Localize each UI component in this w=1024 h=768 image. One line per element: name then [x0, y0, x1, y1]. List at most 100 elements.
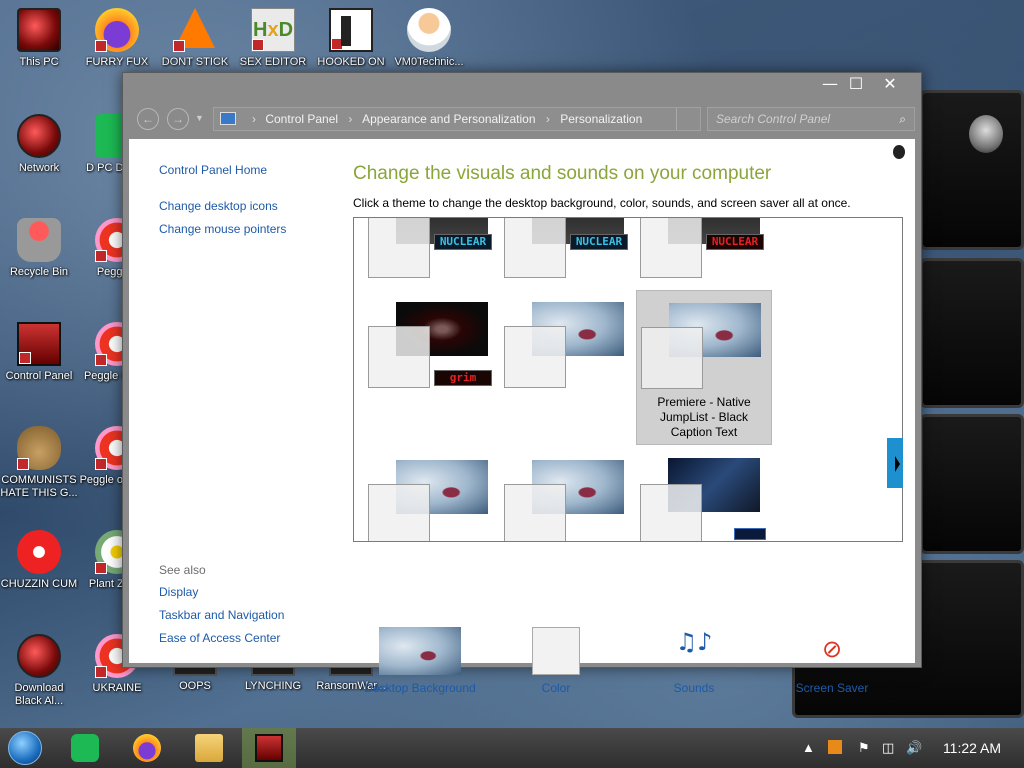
address-bar[interactable]: › Control Panel › Appearance and Persona…: [213, 107, 701, 131]
back-button[interactable]: ←: [137, 108, 159, 130]
network-icon: [17, 114, 61, 158]
recycle-bin-icon: [17, 218, 61, 262]
theme-item[interactable]: [368, 456, 504, 541]
desktop-icon-label: COMMUNISTS HATE THIS G...: [0, 474, 78, 499]
theme-tag: [734, 528, 766, 540]
see-also-title: See also: [159, 563, 206, 577]
network-widget: [920, 414, 1024, 554]
personalization-window: — ☐ ✕ ← → ▼ › Control Panel › Appearance…: [122, 72, 922, 695]
firefox-icon: [133, 734, 161, 762]
desktop-icon-network[interactable]: Network: [0, 114, 78, 175]
start-button[interactable]: [8, 731, 42, 765]
taskbar-file-explorer[interactable]: [182, 728, 236, 768]
theme-color-swatch: [368, 484, 430, 541]
desktop-icon-label: Network: [18, 162, 60, 174]
search-icon[interactable]: ⌕: [899, 108, 906, 130]
desktop-icon-label: HOOKED ON: [317, 56, 385, 68]
desktop-icon-communists[interactable]: COMMUNISTS HATE THIS G...: [0, 426, 78, 500]
close-button[interactable]: ✕: [873, 73, 907, 97]
theme-item[interactable]: [504, 456, 640, 541]
network-icon[interactable]: ◫: [882, 728, 894, 768]
option-label: Desktop Background: [364, 681, 476, 695]
taskbar-control-panel[interactable]: [242, 728, 296, 768]
desktop-icon-control-panel[interactable]: Control Panel: [0, 322, 78, 383]
alien-help-icon[interactable]: [893, 145, 905, 159]
doctor-icon: [407, 8, 451, 52]
volume-icon[interactable]: 🔊: [906, 728, 922, 768]
chuzzle-icon: [17, 530, 61, 574]
theme-item[interactable]: NUCLEAR: [504, 218, 640, 278]
theme-tag: NUCLEAR: [706, 234, 764, 250]
breadcrumb-appearance[interactable]: Appearance and Personalization: [362, 112, 535, 126]
screen-saver-option[interactable]: ⊘ Screen Saver: [767, 627, 897, 695]
alien-widget: [920, 90, 1024, 250]
theme-color-swatch: [641, 327, 703, 389]
desktop-icon-hooked-on[interactable]: HOOKED ON: [312, 8, 390, 69]
theme-item[interactable]: NUCLEAR: [368, 218, 504, 278]
option-label: Sounds: [673, 681, 715, 695]
computer-icon: [17, 8, 61, 52]
desktop-icon-dont-stick[interactable]: DONT STICK: [156, 8, 234, 69]
control-panel-home-link[interactable]: Control Panel Home: [159, 163, 267, 177]
desktop-icon-label: CHUZZIN CUM: [0, 578, 78, 590]
desktop-icon-label: DONT STICK: [161, 56, 229, 68]
change-desktop-icons-link[interactable]: Change desktop icons: [159, 199, 278, 213]
desktop-icon-label: LYNCHING: [244, 680, 302, 692]
address-dropdown[interactable]: [676, 108, 700, 130]
taskbar-firefox[interactable]: [120, 728, 174, 768]
theme-item[interactable]: grim: [368, 290, 504, 445]
desktop-icon-chuzzin[interactable]: CHUZZIN CUM: [0, 530, 78, 591]
recent-dropdown-icon[interactable]: ▼: [195, 113, 204, 123]
search-placeholder: Search Control Panel: [716, 112, 831, 126]
content-area: Control Panel Home Change desktop icons …: [129, 139, 915, 695]
forward-button[interactable]: →: [167, 108, 189, 130]
theme-color-swatch: [504, 484, 566, 541]
theme-item[interactable]: NUCLEAR: [640, 218, 776, 278]
tray-app-icon[interactable]: [828, 740, 842, 754]
theme-color-swatch: [640, 218, 702, 278]
address-separator-icon: ›: [252, 112, 256, 126]
desktop-icon-label: UKRAINE: [92, 682, 142, 694]
page-title: Change the visuals and sounds on your co…: [353, 163, 772, 184]
taskbar-app-green[interactable]: [58, 728, 112, 768]
color-swatch-icon: [532, 627, 580, 675]
desktop-icon-furry-fux[interactable]: FURRY FUX: [78, 8, 156, 69]
desktop-icon-label: SEX EDITOR: [239, 56, 307, 68]
theme-item[interactable]: [640, 456, 776, 541]
desktop-icon-this-pc[interactable]: This PC: [0, 8, 78, 69]
taskbar-navigation-link[interactable]: Taskbar and Navigation: [159, 608, 284, 622]
flag-icon[interactable]: ⚑: [858, 728, 870, 768]
desktop-icon-recycle-bin[interactable]: Recycle Bin: [0, 218, 78, 279]
desktop-icon-download-black[interactable]: Download Black Al...: [0, 634, 78, 708]
option-label: Color: [541, 681, 571, 695]
desktop-icon-label: This PC: [19, 56, 59, 68]
show-hidden-icons[interactable]: ▲: [802, 728, 815, 768]
theme-color-swatch: [504, 326, 566, 388]
desktop-background-option[interactable]: Desktop Background: [355, 627, 485, 695]
breadcrumb-control-panel[interactable]: Control Panel: [265, 112, 338, 126]
breadcrumb-separator: ›: [348, 112, 353, 126]
taskbar: ▲ ⚑ ◫ 🔊 11:22 AM: [0, 728, 1024, 768]
theme-item[interactable]: [504, 290, 640, 445]
breadcrumb-personalization[interactable]: Personalization: [560, 112, 642, 126]
display-link[interactable]: Display: [159, 585, 198, 599]
desktop-icon-label: OOPS: [179, 680, 211, 692]
ease-of-access-link[interactable]: Ease of Access Center: [159, 631, 280, 645]
page-subtitle: Click a theme to change the desktop back…: [353, 196, 851, 210]
clock[interactable]: 11:22 AM: [930, 728, 1014, 768]
green-app-icon: [71, 734, 99, 762]
desktop-icon-sex-editor[interactable]: HxD SEX EDITOR: [234, 8, 312, 69]
theme-item-selected[interactable]: Premiere - Native JumpList - Black Capti…: [636, 290, 772, 445]
screen-saver-icon: ⊘: [821, 635, 843, 663]
desktop-icon-label: VM0Technic...: [394, 56, 464, 68]
mouse-cursor-icon: [895, 456, 900, 472]
change-mouse-pointers-link[interactable]: Change mouse pointers: [159, 222, 286, 236]
search-input[interactable]: Search Control Panel ⌕: [707, 107, 915, 131]
sounds-option[interactable]: ♫♪ Sounds: [629, 627, 759, 695]
maximize-button[interactable]: ☐: [839, 73, 873, 97]
color-option[interactable]: Color: [491, 627, 621, 695]
desktop-icon-vm0technic[interactable]: VM0Technic...: [390, 8, 468, 69]
sounds-icon: ♫♪: [675, 628, 713, 656]
title-bar[interactable]: — ☐ ✕: [123, 73, 921, 101]
firefox-icon: [95, 8, 139, 52]
